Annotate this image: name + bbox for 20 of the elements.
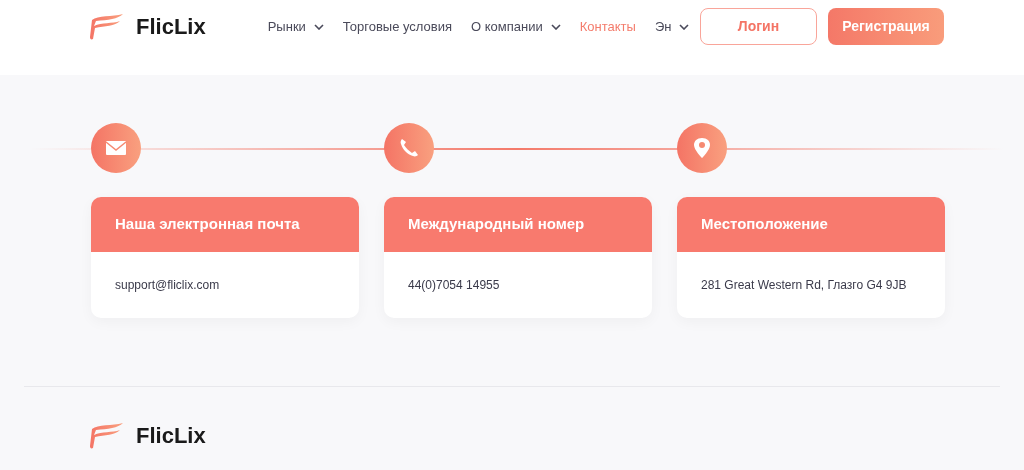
nav-link[interactable]: Эн — [654, 16, 690, 37]
logo-icon — [90, 13, 124, 40]
contact-value: support@fliclix.com — [115, 277, 220, 294]
nav-link[interactable]: Торговые условия — [342, 16, 453, 37]
phone-icon — [384, 123, 434, 173]
logo-text[interactable]: FlicLix — [136, 419, 206, 452]
logo-text[interactable]: FlicLix — [136, 10, 206, 43]
nav-link[interactable]: Рынки — [267, 16, 324, 37]
envelope-icon — [91, 123, 141, 173]
chevron-down-icon — [313, 23, 324, 30]
card-title: Местоположение — [701, 214, 828, 235]
contact-value: 281 Great Western Rd, Глазго G4 9JB — [701, 277, 907, 294]
chevron-down-icon — [679, 23, 690, 30]
card-title: Наша электронная почта — [115, 214, 300, 235]
map-pin-icon — [677, 123, 727, 173]
contact-value: 44(0)7054 14955 — [408, 277, 500, 294]
chevron-down-icon — [550, 23, 561, 30]
card-title: Международный номер — [408, 214, 585, 235]
logo-icon — [90, 422, 124, 449]
nav-link[interactable]: О компании — [471, 16, 561, 37]
